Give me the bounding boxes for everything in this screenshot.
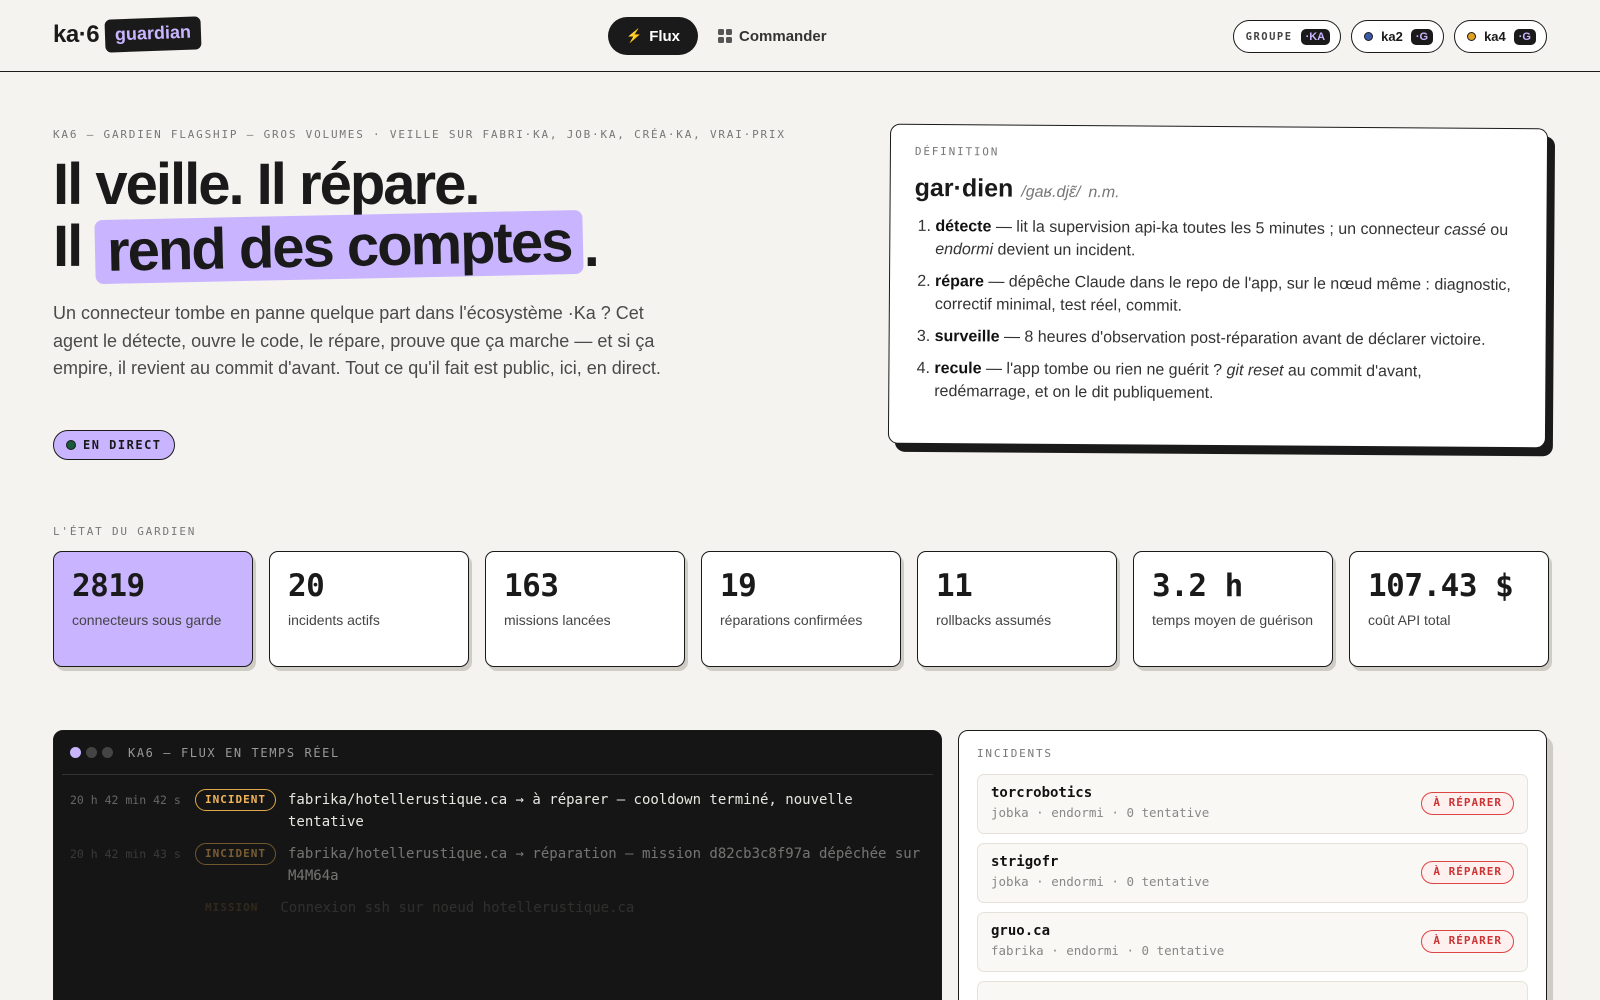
chip-ka2-label: ka2 <box>1381 29 1403 44</box>
feed-row: MISSION Connexion ssh sur noeud hoteller… <box>70 897 925 919</box>
nav-flux-label: Flux <box>649 27 681 45</box>
chip-ka4-label: ka4 <box>1484 29 1506 44</box>
stat-value: 3.2 h <box>1152 568 1243 604</box>
feed-rows: 20 h 42 min 42 s INCIDENT fabrika/hotell… <box>54 775 941 943</box>
stat-card-missions: 163 missions lancées <box>485 551 685 667</box>
chip-groupe-label: GROUPE <box>1245 30 1293 43</box>
status-dot-icon <box>1467 32 1477 41</box>
definition-phonetic: /gaʁ.djɛ̃/ <box>1021 183 1081 202</box>
feed-message: fabrika/hotellerustique.ca → réparation … <box>287 846 921 884</box>
chip-ka4[interactable]: ka4 ·G <box>1454 20 1547 53</box>
window-dot-icon <box>102 747 113 758</box>
feed-badge: MISSION <box>205 901 259 914</box>
definition-head: gar·dien /gaʁ.djɛ̃/ n.m. <box>915 174 1523 207</box>
window-dot-icon <box>86 747 97 758</box>
stat-label: missions lancées <box>504 612 611 628</box>
feed-time <box>70 897 183 919</box>
incident-status-badge: À RÉPARER <box>1421 930 1514 953</box>
definition-card: DÉFINITION gar·dien /gaʁ.djɛ̃/ n.m. déte… <box>887 123 1549 449</box>
feed-message: fabrika/hotellerustique.ca → à réparer —… <box>287 792 853 830</box>
main-nav: ⚡ Flux Commander <box>608 17 833 55</box>
feed-message: Connexion ssh sur noeud hotellerustique.… <box>280 900 635 916</box>
hero-title-pre: Il <box>53 214 96 279</box>
definition-item: répare — dépêche Claude dans le repo de … <box>935 270 1522 320</box>
lightning-icon: ⚡ <box>626 28 643 43</box>
logo-badge: guardian <box>104 16 202 53</box>
top-bar: ka·6 guardian ⚡ Flux Commander GROUPE ·K… <box>0 0 1600 72</box>
hero-title-highlight: rend des comptes <box>94 209 585 285</box>
logo-text: ka·6 <box>53 20 100 48</box>
live-badge: EN DIRECT <box>53 430 175 460</box>
incidents-list: torcrobotics jobka · endormi · 0 tentati… <box>977 774 1528 1000</box>
stat-value: 2819 <box>72 568 145 604</box>
hero-title-line1: Il veille. Il répare. <box>53 152 480 217</box>
hero-title-post: . <box>583 214 600 279</box>
live-dot-icon <box>66 440 76 450</box>
incident-item[interactable]: gruo.ca fabrika · endormi · 0 tentative … <box>977 912 1528 972</box>
incident-item[interactable] <box>977 981 1528 1000</box>
chip-groupe[interactable]: GROUPE ·KA <box>1232 20 1342 53</box>
definition-item: surveille — 8 heures d'observation post-… <box>935 325 1522 352</box>
stat-value: 20 <box>288 568 325 604</box>
incident-status-badge: À RÉPARER <box>1421 792 1514 815</box>
stat-label: temps moyen de guérison <box>1152 612 1314 628</box>
stat-label: coût API total <box>1368 612 1451 628</box>
feed-time: 20 h 42 min 43 s <box>70 847 181 861</box>
feed-badge: INCIDENT <box>195 789 276 811</box>
feed-row: 20 h 42 min 43 s INCIDENT fabrika/hotell… <box>70 843 925 887</box>
stat-label: incidents actifs <box>288 612 380 628</box>
nav-commander[interactable]: Commander <box>712 17 833 55</box>
incident-item[interactable]: strigofr jobka · endormi · 0 tentative À… <box>977 843 1528 903</box>
feed-header: KA6 — FLUX EN TEMPS RÉEL <box>62 731 933 775</box>
chip-groupe-tag: ·KA <box>1300 28 1331 45</box>
stat-value: 107.43 $ <box>1368 568 1514 604</box>
status-dot-icon <box>1364 32 1374 41</box>
incident-status-badge: À RÉPARER <box>1421 861 1514 884</box>
logo[interactable]: ka·6 guardian <box>53 16 202 53</box>
feed-badge: INCIDENT <box>195 843 276 865</box>
chip-ka2[interactable]: ka2 ·G <box>1351 20 1445 53</box>
stat-value: 19 <box>720 568 757 604</box>
stat-card-rollbacks: 11 rollbacks assumés <box>917 551 1117 667</box>
feed-row: 20 h 42 min 42 s INCIDENT fabrika/hotell… <box>70 789 925 833</box>
hero-paragraph: Un connecteur tombe en panne quelque par… <box>53 303 661 378</box>
stat-label: réparations confirmées <box>720 612 863 628</box>
definition-item: recule — l'app tombe ou rien ne guérit ?… <box>934 357 1521 407</box>
stat-value: 11 <box>936 568 973 604</box>
nav-commander-label: Commander <box>739 27 827 45</box>
stat-card-repairs: 19 réparations confirmées <box>701 551 901 667</box>
feed-title: KA6 — FLUX EN TEMPS RÉEL <box>128 745 340 760</box>
nav-flux[interactable]: ⚡ Flux <box>608 17 699 55</box>
incidents-eyebrow: INCIDENTS <box>977 747 1053 760</box>
stats-row: 2819 connecteurs sous garde 20 incidents… <box>53 551 1549 667</box>
feed-time: 20 h 42 min 42 s <box>70 793 181 807</box>
incidents-panel: INCIDENTS torcrobotics jobka · endormi ·… <box>958 730 1547 1000</box>
realtime-feed[interactable]: KA6 — FLUX EN TEMPS RÉEL 20 h 42 min 42 … <box>53 730 942 1000</box>
live-label: EN DIRECT <box>83 438 162 452</box>
definition-list: détecte — lit la supervision api-ka tout… <box>913 215 1522 407</box>
stats-section-label: L'ÉTAT DU GARDIEN <box>53 525 197 538</box>
chip-ka2-tag: ·G <box>1410 28 1434 45</box>
definition-eyebrow: DÉFINITION <box>914 144 1000 159</box>
chip-ka4-tag: ·G <box>1513 28 1536 45</box>
grid-icon <box>718 29 733 43</box>
incident-item[interactable]: torcrobotics jobka · endormi · 0 tentati… <box>977 774 1528 834</box>
stat-card-connectors: 2819 connecteurs sous garde <box>53 551 253 667</box>
hero-eyebrow: KA6 — GARDIEN FLAGSHIP — GROS VOLUMES · … <box>53 128 786 141</box>
stat-label: rollbacks assumés <box>936 612 1052 628</box>
window-dot-icon <box>70 747 81 758</box>
stat-value: 163 <box>504 568 559 604</box>
stat-card-heal-time: 3.2 h temps moyen de guérison <box>1133 551 1333 667</box>
stat-card-api-cost: 107.43 $ coût API total <box>1349 551 1549 667</box>
stat-label: connecteurs sous garde <box>72 612 222 628</box>
definition-pos: n.m. <box>1088 184 1120 202</box>
stat-card-incidents: 20 incidents actifs <box>269 551 469 667</box>
definition-item: détecte — lit la supervision api-ka tout… <box>935 215 1522 265</box>
definition-word: gar·dien <box>914 173 1014 203</box>
group-chips: GROUPE ·KA ka2 ·G ka4 ·G <box>1232 20 1547 53</box>
hero-title: Il veille. Il répare. Il rend des compte… <box>53 152 773 285</box>
